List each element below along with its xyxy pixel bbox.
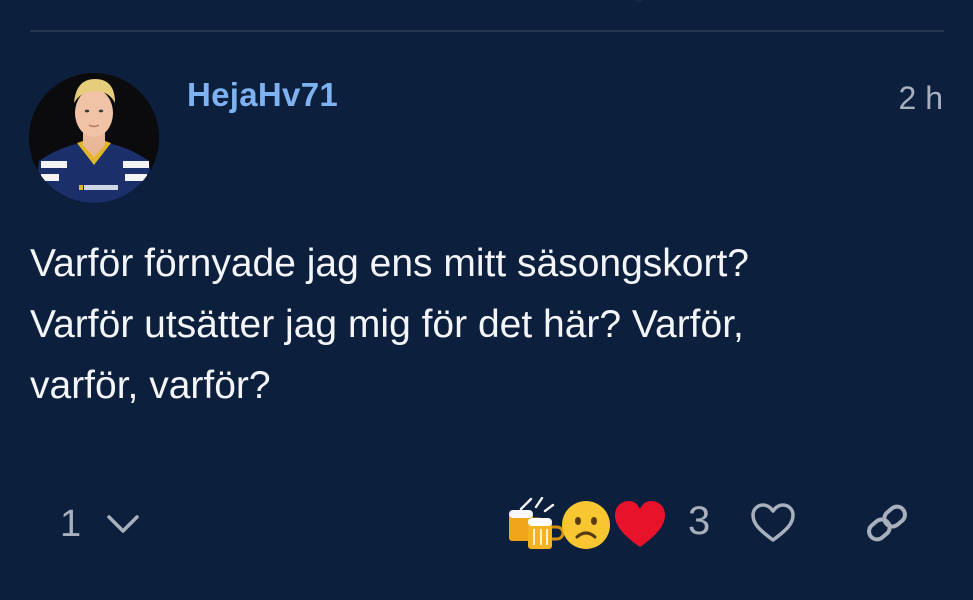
red-heart-emoji bbox=[615, 501, 665, 547]
username[interactable]: HejaHv71 bbox=[187, 76, 338, 114]
frowning-face-emoji bbox=[562, 501, 610, 549]
top-indicator bbox=[634, 0, 644, 2]
chevron-down-icon[interactable] bbox=[106, 512, 140, 536]
divider bbox=[30, 30, 944, 32]
post-card: HejaHv71 2 h Varför förnyade jag ens mit… bbox=[0, 0, 973, 600]
beer-mugs-emoji bbox=[509, 497, 565, 549]
reply-count[interactable]: 1 bbox=[60, 503, 81, 546]
timestamp: 2 h bbox=[898, 80, 943, 116]
reaction-count[interactable]: 3 bbox=[688, 499, 710, 544]
reactions[interactable] bbox=[505, 497, 665, 551]
heart-outline-icon[interactable] bbox=[750, 502, 796, 544]
post-text: Varför förnyade jag ens mitt säsongskort… bbox=[30, 242, 749, 407]
avatar[interactable] bbox=[29, 73, 159, 203]
link-icon[interactable] bbox=[864, 503, 910, 543]
